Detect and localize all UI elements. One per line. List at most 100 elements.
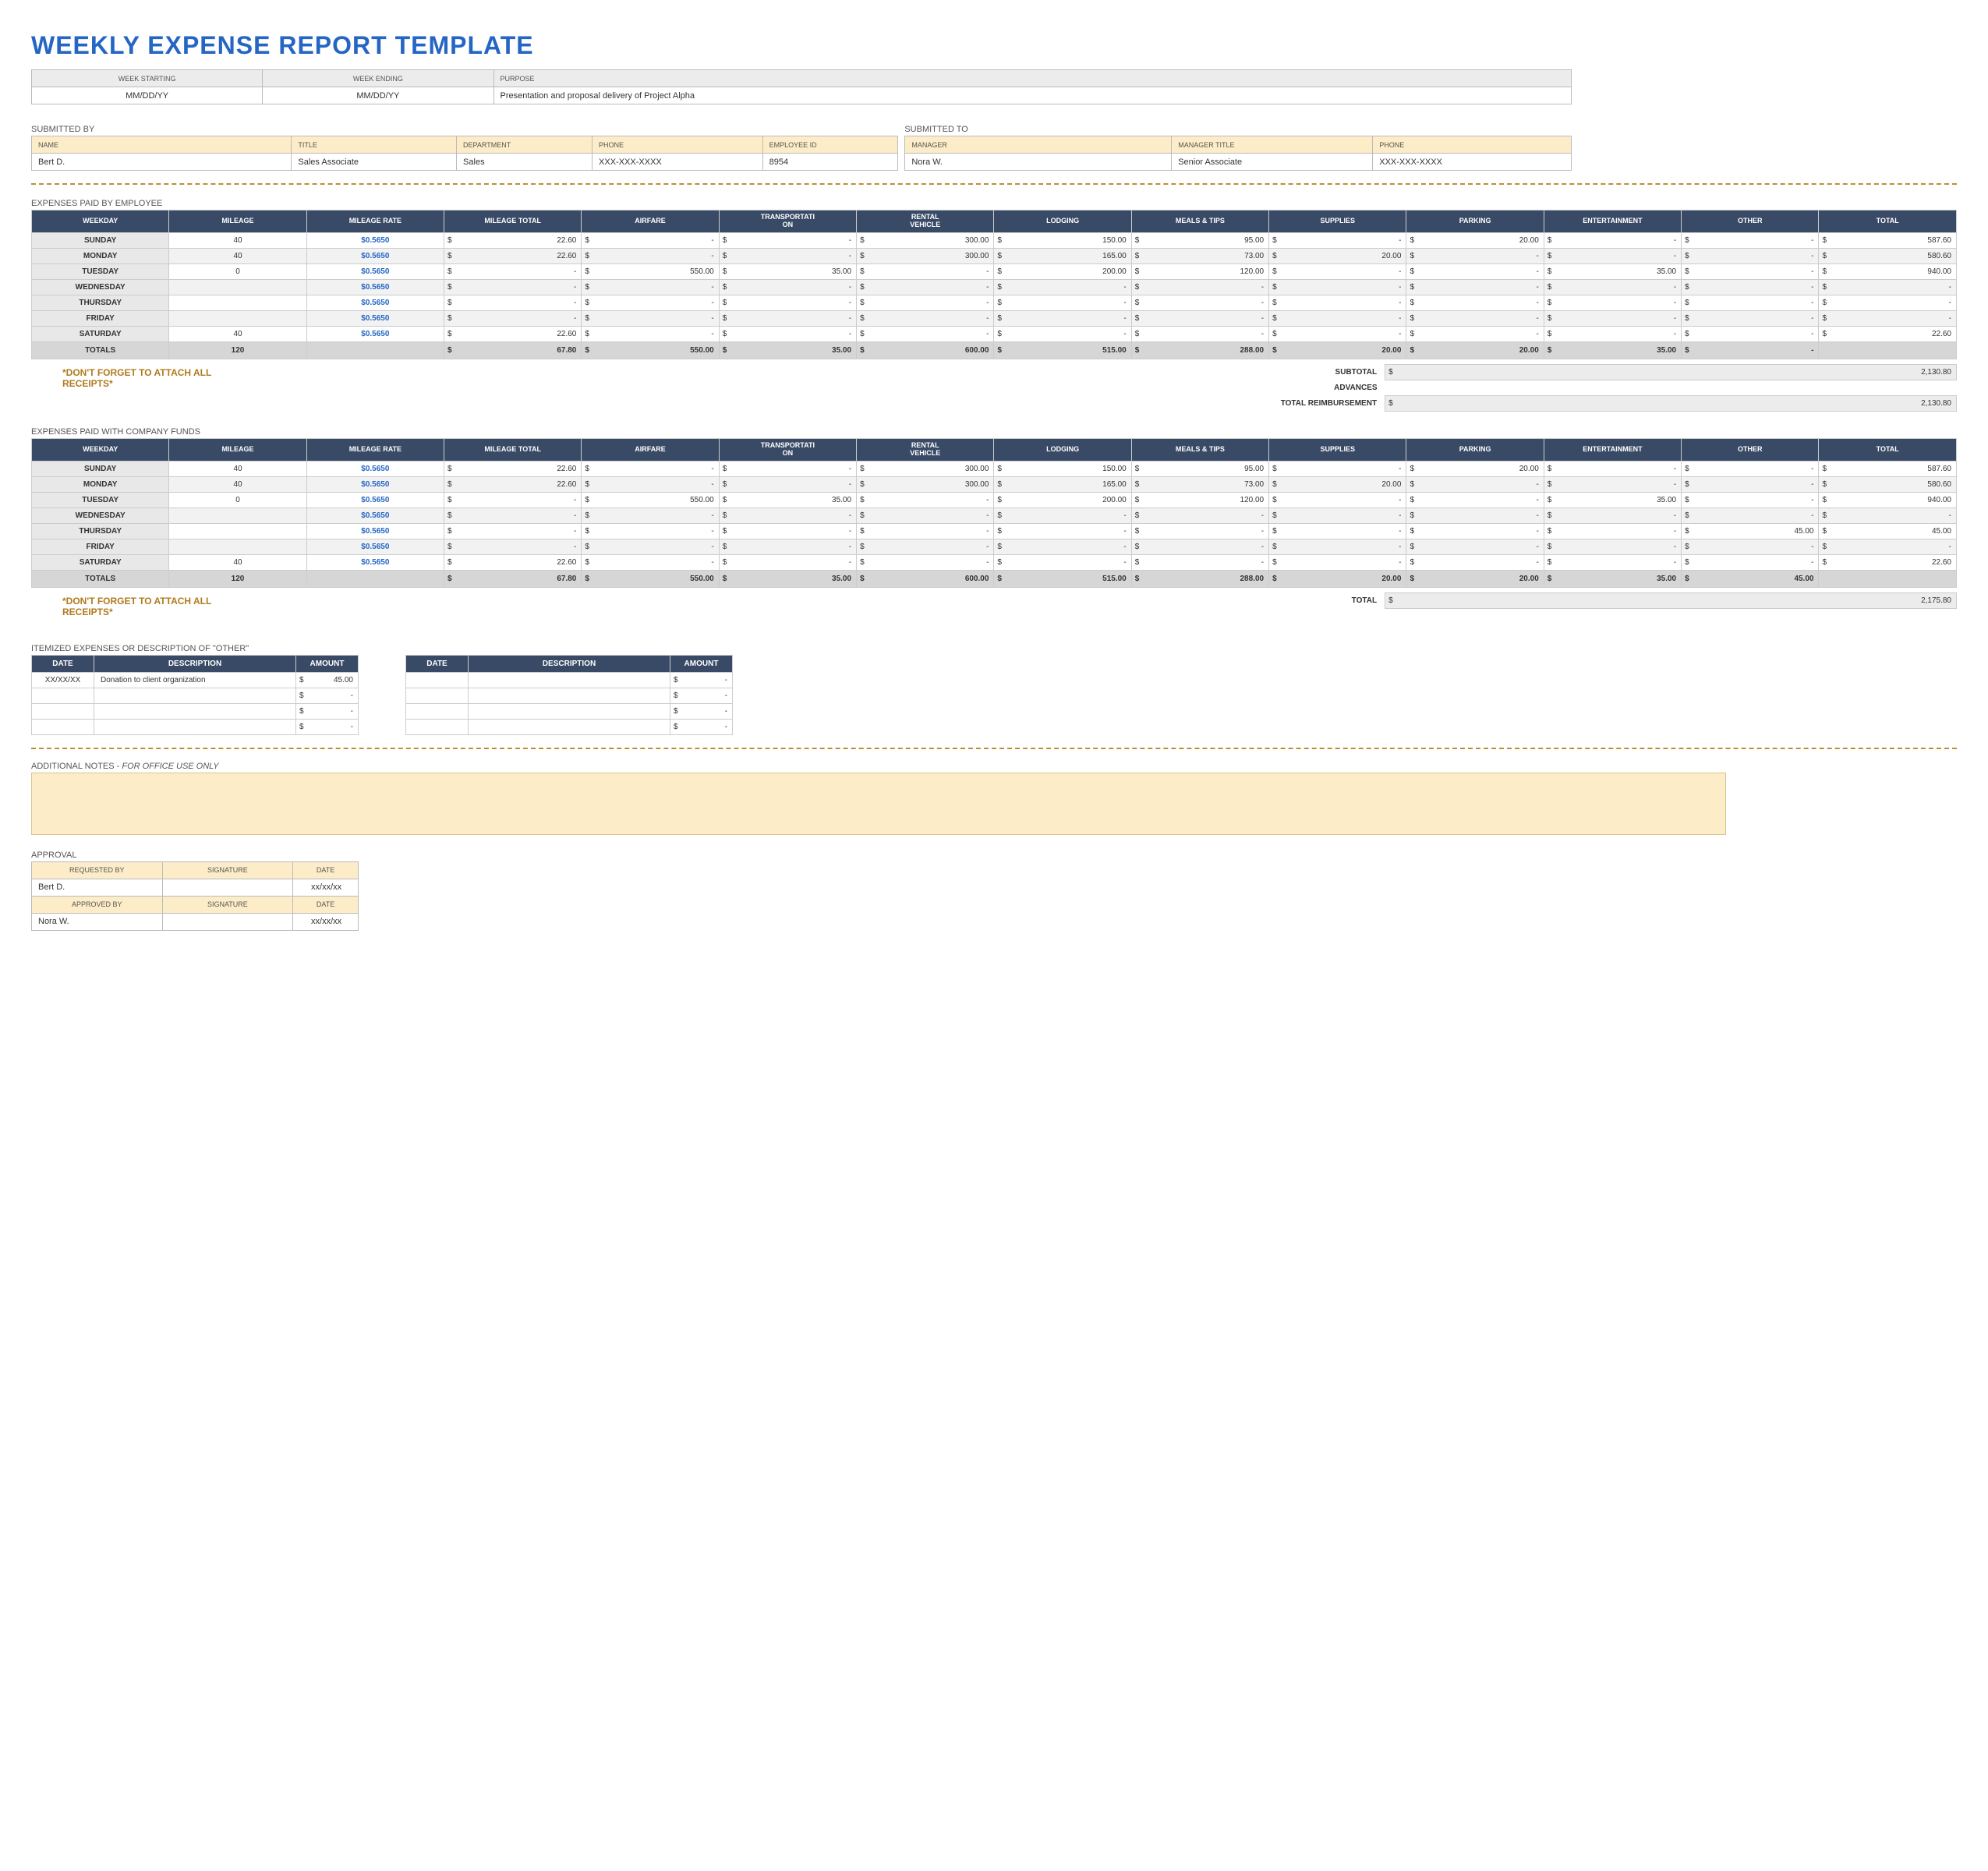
expense-cell[interactable]: $22.60 bbox=[1819, 554, 1957, 570]
expense-cell[interactable]: $150.00 bbox=[994, 461, 1131, 476]
expense-cell[interactable]: $- bbox=[1819, 508, 1957, 523]
itm-amount-cell[interactable]: $- bbox=[670, 719, 733, 734]
expense-cell[interactable]: $- bbox=[857, 326, 994, 341]
expense-cell[interactable]: $20.00 bbox=[1406, 461, 1544, 476]
expense-cell[interactable]: $22.60 bbox=[1819, 326, 1957, 341]
expense-cell[interactable]: $- bbox=[1269, 326, 1406, 341]
expense-cell[interactable]: $580.60 bbox=[1819, 476, 1957, 492]
expense-cell[interactable]: $940.00 bbox=[1819, 492, 1957, 508]
expense-cell[interactable]: $- bbox=[1406, 295, 1544, 310]
mileage-cell[interactable] bbox=[169, 508, 306, 523]
expense-cell[interactable]: $22.60 bbox=[444, 461, 582, 476]
expense-cell[interactable]: $35.00 bbox=[1544, 492, 1681, 508]
expense-cell[interactable]: $- bbox=[994, 295, 1131, 310]
expense-cell[interactable]: $- bbox=[1544, 523, 1681, 539]
expense-cell[interactable]: $600.00 bbox=[857, 570, 994, 587]
expense-cell[interactable]: $- bbox=[1131, 539, 1268, 554]
value-signature-2[interactable] bbox=[162, 913, 293, 930]
expense-cell[interactable]: $515.00 bbox=[994, 570, 1131, 587]
expense-cell[interactable]: $515.00 bbox=[994, 341, 1131, 359]
expense-cell[interactable]: $22.60 bbox=[444, 476, 582, 492]
expense-cell[interactable]: $95.00 bbox=[1131, 232, 1268, 248]
value-manager-title[interactable]: Senior Associate bbox=[1172, 154, 1373, 171]
expense-cell[interactable]: $20.00 bbox=[1269, 341, 1406, 359]
expense-cell[interactable]: $- bbox=[719, 310, 856, 326]
expense-cell[interactable]: $- bbox=[857, 492, 994, 508]
expense-cell[interactable]: $22.60 bbox=[444, 326, 582, 341]
expense-cell[interactable]: $- bbox=[857, 310, 994, 326]
expense-cell[interactable]: $550.00 bbox=[582, 341, 719, 359]
expense-cell[interactable]: $- bbox=[582, 461, 719, 476]
expense-cell[interactable]: $- bbox=[857, 295, 994, 310]
itm-desc-cell[interactable] bbox=[94, 703, 296, 719]
expense-cell[interactable]: $35.00 bbox=[719, 341, 856, 359]
expense-cell[interactable]: $- bbox=[582, 310, 719, 326]
mileage-cell[interactable]: 40 bbox=[169, 461, 306, 476]
expense-cell[interactable]: $- bbox=[1131, 279, 1268, 295]
expense-cell[interactable]: $200.00 bbox=[994, 492, 1131, 508]
expense-cell[interactable]: $300.00 bbox=[857, 461, 994, 476]
expense-cell[interactable]: $- bbox=[1269, 310, 1406, 326]
expense-cell[interactable]: $- bbox=[1819, 539, 1957, 554]
expense-cell[interactable]: $587.60 bbox=[1819, 461, 1957, 476]
itm-desc-cell[interactable] bbox=[469, 703, 670, 719]
expense-cell[interactable]: $- bbox=[1269, 554, 1406, 570]
itm-amount-cell[interactable]: $- bbox=[296, 688, 359, 703]
expense-cell[interactable]: $- bbox=[444, 539, 582, 554]
expense-cell[interactable]: $73.00 bbox=[1131, 248, 1268, 263]
value-week-starting[interactable]: MM/DD/YY bbox=[32, 87, 263, 104]
expense-cell[interactable]: $- bbox=[582, 539, 719, 554]
itm-date-cell[interactable] bbox=[32, 719, 94, 734]
expense-cell[interactable]: $- bbox=[1544, 476, 1681, 492]
expense-cell[interactable]: $- bbox=[1269, 279, 1406, 295]
itm-amount-cell[interactable]: $- bbox=[670, 672, 733, 688]
expense-cell[interactable]: $- bbox=[857, 279, 994, 295]
expense-cell[interactable]: $- bbox=[1819, 279, 1957, 295]
expense-cell[interactable]: $- bbox=[719, 508, 856, 523]
expense-cell[interactable]: $- bbox=[719, 461, 856, 476]
itm-amount-cell[interactable]: $- bbox=[296, 719, 359, 734]
expense-cell[interactable]: $22.60 bbox=[444, 554, 582, 570]
expense-cell[interactable]: $- bbox=[1131, 310, 1268, 326]
expense-cell[interactable]: $- bbox=[1131, 295, 1268, 310]
expense-cell[interactable]: $- bbox=[1544, 279, 1681, 295]
expense-cell[interactable]: $- bbox=[1269, 508, 1406, 523]
expense-cell[interactable]: $- bbox=[1544, 326, 1681, 341]
expense-cell[interactable]: $67.80 bbox=[444, 570, 582, 587]
itm-date-cell[interactable] bbox=[406, 703, 469, 719]
expense-cell[interactable]: $- bbox=[1682, 508, 1819, 523]
expense-cell[interactable]: $35.00 bbox=[1544, 341, 1681, 359]
expense-cell[interactable]: $- bbox=[1406, 508, 1544, 523]
expense-cell[interactable]: $550.00 bbox=[582, 570, 719, 587]
expense-cell[interactable]: $300.00 bbox=[857, 248, 994, 263]
expense-cell[interactable]: $35.00 bbox=[719, 570, 856, 587]
expense-cell[interactable]: $- bbox=[1682, 326, 1819, 341]
expense-cell[interactable]: $- bbox=[1682, 554, 1819, 570]
expense-cell[interactable]: $300.00 bbox=[857, 232, 994, 248]
expense-cell[interactable]: $200.00 bbox=[994, 263, 1131, 279]
expense-cell[interactable]: $- bbox=[994, 539, 1131, 554]
expense-cell[interactable]: $- bbox=[857, 263, 994, 279]
expense-cell[interactable]: $940.00 bbox=[1819, 263, 1957, 279]
expense-cell[interactable]: $35.00 bbox=[719, 492, 856, 508]
expense-cell[interactable]: $- bbox=[1544, 554, 1681, 570]
itm-desc-cell[interactable]: Donation to client organization bbox=[94, 672, 296, 688]
expense-cell[interactable]: $- bbox=[719, 476, 856, 492]
value-date-1[interactable]: xx/xx/xx bbox=[293, 879, 359, 896]
expense-cell[interactable]: $550.00 bbox=[582, 492, 719, 508]
expense-cell[interactable]: $- bbox=[444, 263, 582, 279]
expense-cell[interactable]: $- bbox=[582, 248, 719, 263]
expense-cell[interactable]: $- bbox=[1131, 508, 1268, 523]
expense-cell[interactable]: $20.00 bbox=[1269, 248, 1406, 263]
itm-desc-cell[interactable] bbox=[469, 672, 670, 688]
expense-cell[interactable]: $- bbox=[1682, 295, 1819, 310]
mileage-cell[interactable] bbox=[169, 279, 306, 295]
expense-cell[interactable]: $- bbox=[719, 248, 856, 263]
mileage-cell[interactable]: 40 bbox=[169, 554, 306, 570]
expense-cell[interactable]: $20.00 bbox=[1406, 232, 1544, 248]
value-department[interactable]: Sales bbox=[457, 154, 593, 171]
expense-cell[interactable]: $20.00 bbox=[1269, 570, 1406, 587]
expense-cell[interactable]: $- bbox=[1406, 326, 1544, 341]
expense-cell[interactable]: $165.00 bbox=[994, 248, 1131, 263]
value-date-2[interactable]: xx/xx/xx bbox=[293, 913, 359, 930]
